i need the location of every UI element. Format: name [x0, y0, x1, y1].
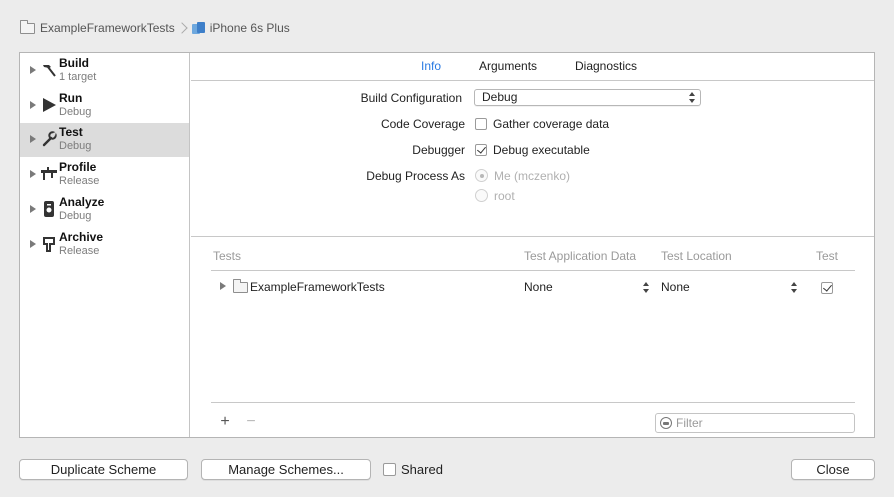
radio-root[interactable]	[475, 189, 488, 202]
filter-icon	[660, 417, 672, 429]
sidebar-item-label: Profile	[59, 160, 97, 174]
column-header-test[interactable]: Test	[816, 249, 838, 263]
radio-root-label: root	[494, 189, 515, 203]
play-icon	[40, 96, 58, 114]
sidebar-item-sublabel: Debug	[59, 210, 92, 222]
close-button[interactable]: Close	[791, 459, 875, 480]
filter-input[interactable]	[676, 415, 851, 431]
remove-button[interactable]: −	[243, 414, 259, 431]
section-divider	[191, 236, 874, 237]
app-data-select[interactable]: None	[524, 280, 553, 294]
sidebar-item-sublabel: Debug	[59, 140, 92, 152]
gather-coverage-label[interactable]: Gather coverage data	[493, 117, 609, 131]
test-target-name: ExampleFrameworkTests	[250, 280, 385, 294]
add-button[interactable]: +	[217, 414, 233, 431]
header-separator	[211, 270, 855, 271]
sidebar-item-label: Archive	[59, 230, 104, 244]
folder-icon	[233, 279, 248, 293]
sidebar-item-label: Analyze	[59, 195, 105, 209]
scheme-action-detail: Info Arguments Diagnostics Build Configu…	[191, 53, 874, 437]
gather-coverage-checkbox[interactable]	[475, 118, 487, 130]
tab-arguments[interactable]: Arguments	[479, 59, 537, 73]
disclosure-triangle-icon[interactable]	[30, 205, 36, 213]
breadcrumb-project[interactable]: ExampleFrameworkTests	[40, 21, 175, 35]
build-configuration-label: Build Configuration	[360, 91, 462, 105]
sidebar-item-build[interactable]: Build 1 target	[20, 54, 189, 88]
test-enabled-checkbox[interactable]	[821, 282, 833, 294]
scheme-actions-sidebar: Build 1 target Run Debug Test Debug Prof…	[20, 53, 190, 437]
shared-checkbox[interactable]	[383, 463, 396, 476]
column-header-app-data[interactable]: Test Application Data	[524, 249, 636, 263]
sidebar-item-profile[interactable]: Profile Release	[20, 158, 189, 192]
wrench-icon	[40, 130, 58, 148]
sidebar-item-label: Build	[59, 56, 89, 70]
duplicate-scheme-button[interactable]: Duplicate Scheme	[19, 459, 188, 480]
sidebar-item-label: Test	[59, 125, 83, 139]
filter-field[interactable]	[655, 413, 855, 433]
sidebar-item-sublabel: Debug	[59, 106, 92, 118]
location-select[interactable]: None	[661, 280, 690, 294]
radio-me[interactable]	[475, 169, 488, 182]
disclosure-triangle-icon[interactable]	[30, 101, 36, 109]
tests-table: Tests Test Application Data Test Locatio…	[211, 249, 855, 403]
analyze-icon	[40, 200, 58, 218]
disclosure-triangle-icon[interactable]	[30, 170, 36, 178]
sidebar-item-sublabel: 1 target	[59, 71, 97, 83]
sidebar-item-label: Run	[59, 91, 83, 105]
sidebar-item-analyze[interactable]: Analyze Debug	[20, 193, 189, 227]
debug-executable-label[interactable]: Debug executable	[493, 143, 590, 157]
build-configuration-select[interactable]: Debug	[474, 89, 701, 106]
radio-me-label: Me (mczenko)	[494, 169, 571, 183]
breadcrumb-device[interactable]: iPhone 6s Plus	[210, 21, 290, 35]
sidebar-item-sublabel: Release	[59, 245, 100, 257]
tab-info[interactable]: Info	[421, 59, 441, 73]
hammer-icon	[40, 61, 58, 79]
chevron-right-icon	[180, 21, 187, 35]
device-icon	[191, 21, 205, 35]
debug-process-label: Debug Process As	[366, 169, 465, 183]
archive-icon	[40, 235, 58, 253]
column-header-location[interactable]: Test Location	[661, 249, 732, 263]
updown-arrows-icon[interactable]	[643, 282, 650, 293]
sidebar-item-test[interactable]: Test Debug	[20, 123, 189, 157]
debugger-label: Debugger	[412, 143, 465, 157]
disclosure-triangle-icon[interactable]	[220, 282, 226, 290]
breadcrumb: ExampleFrameworkTests iPhone 6s Plus	[20, 19, 290, 37]
code-coverage-label: Code Coverage	[380, 117, 465, 131]
disclosure-triangle-icon[interactable]	[30, 135, 36, 143]
sidebar-item-archive[interactable]: Archive Release	[20, 228, 189, 262]
folder-icon	[20, 19, 35, 34]
sidebar-item-run[interactable]: Run Debug	[20, 89, 189, 123]
tab-bar: Info Arguments Diagnostics	[191, 53, 874, 81]
updown-arrows-icon	[689, 92, 696, 103]
shared-label[interactable]: Shared	[401, 462, 443, 477]
scheme-editor-panel: Build 1 target Run Debug Test Debug Prof…	[19, 52, 875, 438]
sidebar-item-sublabel: Release	[59, 175, 100, 187]
build-configuration-value: Debug	[482, 90, 518, 104]
manage-schemes-button[interactable]: Manage Schemes...	[201, 459, 371, 480]
debug-executable-checkbox[interactable]	[475, 144, 487, 156]
tab-diagnostics[interactable]: Diagnostics	[575, 59, 637, 73]
updown-arrows-icon[interactable]	[791, 282, 798, 293]
disclosure-triangle-icon[interactable]	[30, 66, 36, 74]
disclosure-triangle-icon[interactable]	[30, 240, 36, 248]
column-header-tests[interactable]: Tests	[213, 249, 241, 263]
caliper-icon	[40, 165, 58, 183]
